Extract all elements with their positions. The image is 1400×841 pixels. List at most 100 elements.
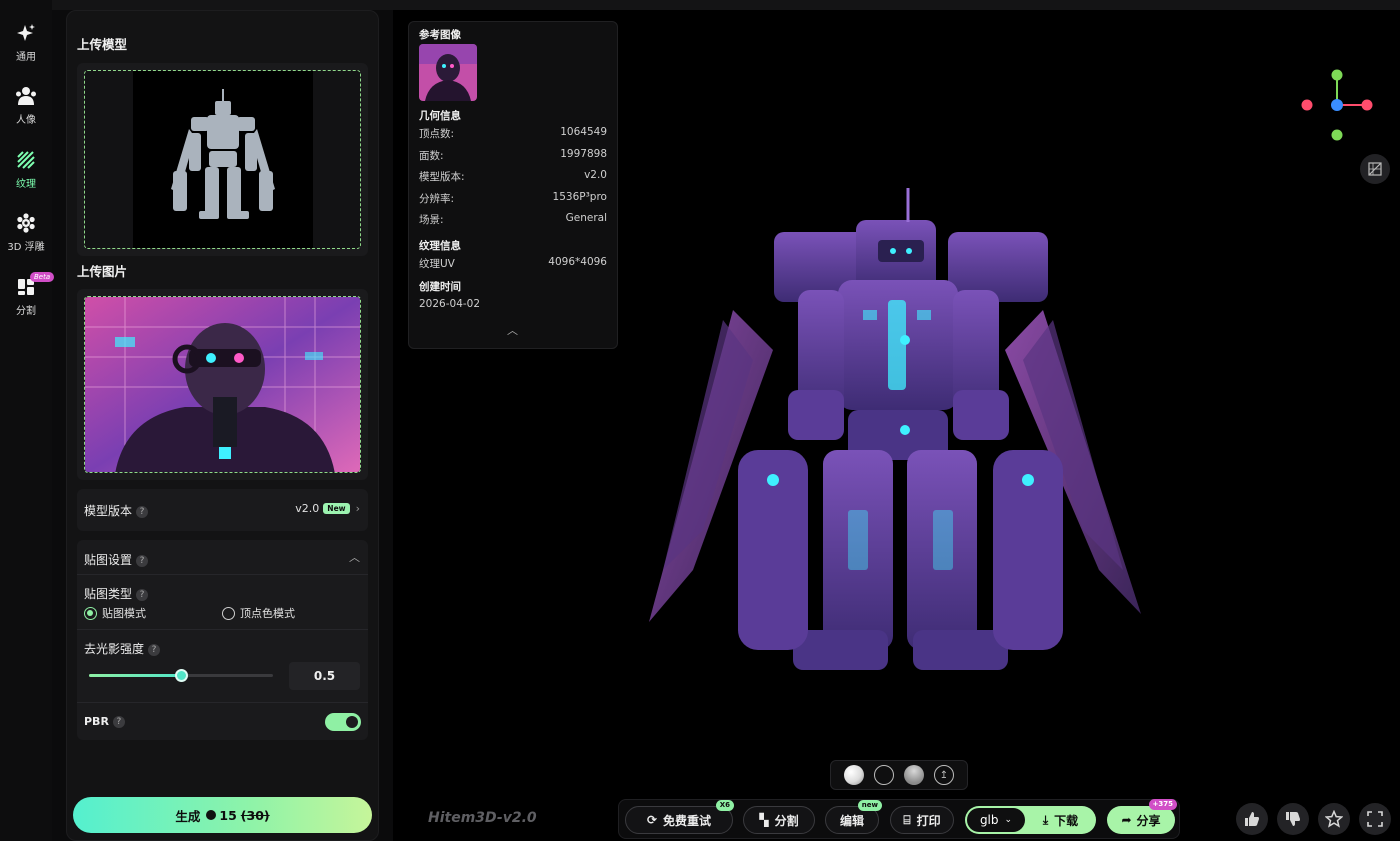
rail-label: 通用 [16, 52, 36, 63]
thumbs-up-icon [1245, 812, 1259, 826]
split-icon: ▚ [759, 813, 769, 827]
favorite-button[interactable] [1318, 803, 1350, 835]
thumbs-up-button[interactable] [1236, 803, 1268, 835]
created-date: 2026-04-02 [419, 298, 481, 310]
format-select[interactable]: glb ⌄ [967, 808, 1025, 832]
gray-model-thumbnail [171, 89, 275, 219]
settings-panel: 上传模型 上传图片 模型版本 ? v2.0 New › 贴图设置 ? ︿ 贴图类… [66, 10, 379, 841]
clay-mode-icon[interactable] [904, 765, 924, 785]
radio-texture-mode[interactable]: 贴图模式 [84, 605, 146, 621]
model-version-row[interactable]: 模型版本? v2.0 New › [77, 489, 368, 531]
model-version-value: v2.0 [295, 502, 320, 515]
radio-vertex-color-mode[interactable]: 顶点色模式 [222, 605, 295, 621]
chevron-up-icon[interactable]: ︿ [349, 549, 360, 565]
help-icon[interactable]: ? [112, 716, 125, 728]
texture-icon [15, 149, 37, 171]
fullscreen-button[interactable] [1359, 803, 1391, 835]
refresh-icon: ⟳ [646, 813, 658, 827]
chevron-down-icon: ⌄ [1004, 815, 1013, 825]
rail-item-general[interactable]: 通用 [0, 22, 52, 63]
texture-settings-label: 贴图设置 [84, 553, 133, 567]
generate-original-cost: (30) [240, 807, 270, 823]
info-row: 面数: 1997898 [419, 148, 607, 162]
geometry-title: 几何信息 [419, 110, 461, 122]
left-rail: 通用 人像 纹理 3D 浮雕 Beta 分割 [0, 0, 55, 841]
delight-value-input[interactable]: 0.5 [289, 662, 360, 690]
info-row: 分辨率: 1536P³pro [419, 191, 607, 205]
model-preview [133, 71, 313, 248]
upload-image-dropzone[interactable] [77, 289, 368, 480]
rail-label: 纹理 [16, 179, 36, 190]
retry-count-badge: X6 [715, 800, 734, 811]
rail-item-texture[interactable]: 纹理 [0, 149, 52, 190]
relief-icon [15, 212, 37, 234]
share-icon: ➦ [1121, 813, 1132, 827]
render-mode-bar: ↥ [830, 760, 968, 790]
help-icon[interactable]: ? [136, 589, 149, 601]
share-button[interactable]: ➦ 分享 +375 [1107, 799, 1177, 834]
texture-type-label: 贴图类型 [84, 587, 133, 601]
edit-button[interactable]: 编辑 new [825, 800, 882, 834]
download-button[interactable]: ⤓ 下载 [1025, 812, 1096, 829]
delight-slider[interactable] [89, 669, 273, 682]
texture-info-title: 纹理信息 [419, 240, 461, 252]
slider-handle[interactable] [175, 669, 188, 682]
upload-mode-icon[interactable]: ↥ [934, 765, 954, 785]
beta-badge: Beta [30, 272, 55, 282]
pbr-toggle[interactable] [325, 713, 361, 731]
textured-mode-icon[interactable] [844, 765, 864, 785]
toggle-wireframe-button[interactable] [1360, 154, 1390, 184]
split-button[interactable]: ▚ 分割 [743, 806, 815, 834]
generate-label: 生成 [175, 808, 201, 824]
printer-icon: ⌸ [903, 812, 911, 827]
cyberpunk-reference-image [85, 297, 360, 472]
sparkle-icon [15, 22, 37, 44]
help-icon[interactable]: ? [148, 644, 161, 656]
print-button[interactable]: ⌸ 打印 [890, 806, 954, 834]
created-time-title: 创建时间 [419, 281, 461, 293]
rail-item-relief[interactable]: 3D 浮雕 [0, 212, 52, 253]
reference-thumbnail[interactable] [419, 44, 477, 101]
generate-cost: 15 [219, 807, 237, 823]
hide-grid-icon [1368, 162, 1382, 176]
wireframe-mode-icon[interactable] [874, 765, 894, 785]
thumbs-down-icon [1286, 812, 1300, 826]
delight-label: 去光影强度 [84, 642, 145, 656]
generate-button[interactable]: 生成 15 (30) [73, 797, 372, 833]
credit-icon [206, 810, 217, 820]
top-strip [0, 0, 1400, 10]
star-icon [1325, 810, 1343, 828]
upload-image-title: 上传图片 [77, 264, 128, 279]
slider-fill [89, 674, 181, 677]
rail-label: 人像 [16, 115, 36, 126]
axis-gizmo[interactable] [1298, 66, 1378, 146]
info-row: 顶点数: 1064549 [419, 126, 607, 140]
help-icon[interactable]: ? [136, 555, 149, 567]
app-root: 通用 人像 纹理 3D 浮雕 Beta 分割 上传模型 上传图片 模型版本 ? … [0, 0, 1400, 841]
download-icon: ⤓ [1042, 812, 1049, 827]
delight-slider-row: 0.5 [77, 662, 368, 690]
radio-dot [84, 606, 97, 620]
rail-item-portrait[interactable]: 人像 [0, 85, 52, 126]
download-group: glb ⌄ ⤓ 下载 [965, 806, 1096, 834]
texture-settings-card: 贴图设置? ︿ 贴图类型? 贴图模式 顶点色模式 去光影强度? 0.5 PBR … [77, 540, 368, 740]
info-row: 模型版本: v2.0 [419, 169, 607, 183]
free-retry-button[interactable]: ⟳ 免费重试 X6 [625, 800, 734, 834]
upload-model-title: 上传模型 [77, 37, 128, 52]
radio-dot [222, 606, 235, 620]
upload-model-dropzone[interactable] [77, 63, 368, 256]
help-icon[interactable]: ? [136, 506, 149, 518]
rail-label: 3D 浮雕 [7, 242, 45, 253]
new-badge: new [857, 800, 882, 811]
radio-label: 顶点色模式 [240, 607, 295, 620]
pbr-label: PBR [84, 715, 109, 728]
reference-image-title: 参考图像 [419, 29, 461, 41]
collapse-chevron-icon[interactable]: ︿ [507, 322, 518, 338]
model-info-panel: 参考图像 几何信息 顶点数: 1064549 面数: 1997898 模型版本: v2… [408, 21, 618, 349]
rail-item-split[interactable]: Beta 分割 [0, 272, 55, 317]
bottom-toolbar: ⟳ 免费重试 X6 ▚ 分割 编辑 new ⌸ 打印 glb ⌄ ⤓ 下载 ➦ 分享 +37… [618, 799, 1180, 839]
radio-label: 贴图模式 [102, 607, 146, 620]
thumbs-down-button[interactable] [1277, 803, 1309, 835]
new-badge: New [323, 503, 350, 514]
divider [77, 629, 368, 630]
